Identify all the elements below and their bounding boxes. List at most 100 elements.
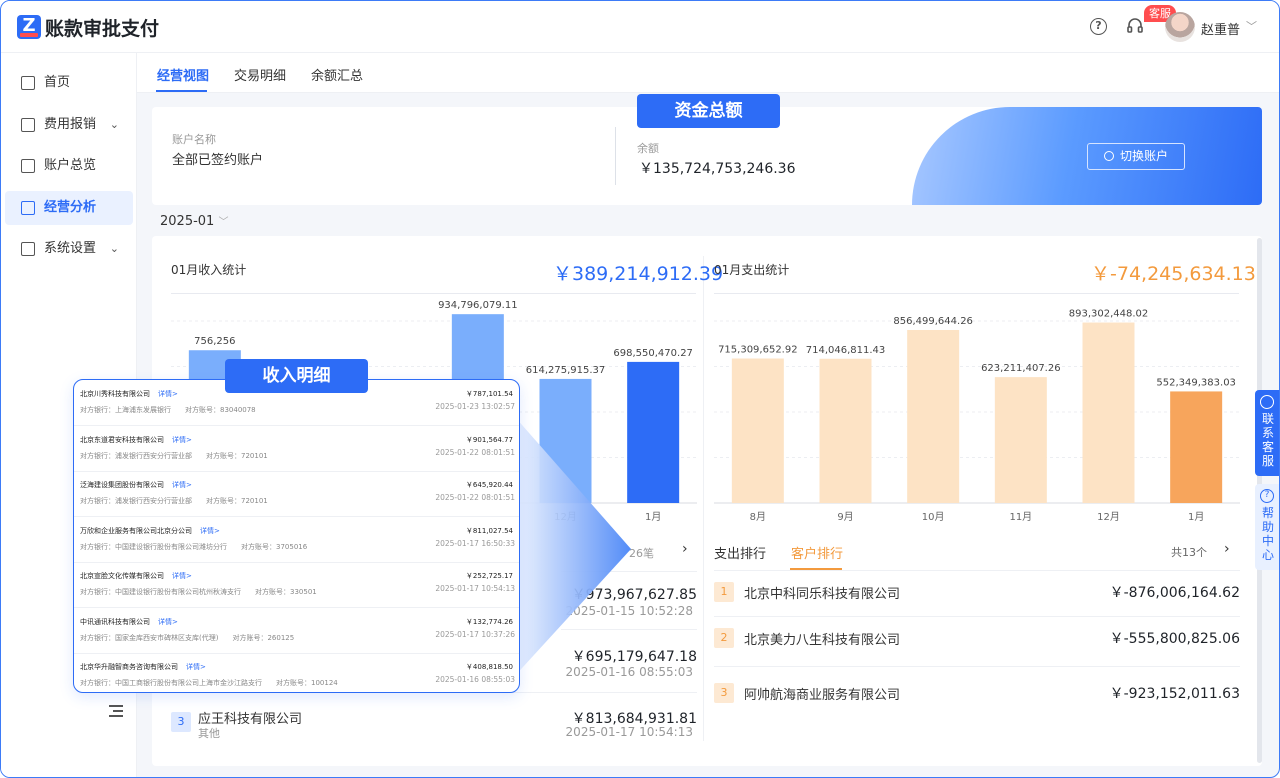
help-center-tab[interactable]: ? 帮助中心 xyxy=(1255,484,1279,570)
sidebar-item-2[interactable]: 账户总览 xyxy=(5,149,133,183)
bar-value-label: 856,499,644.26 xyxy=(893,316,973,327)
sidebar-item-1[interactable]: 费用报销 ⌄ xyxy=(5,108,133,142)
sidebar-item-4[interactable]: 系统设置 ⌄ xyxy=(5,232,133,266)
sidebar-item-label: 系统设置 xyxy=(44,241,97,256)
popup-row-sub: 对方银行：中国建设银行股份有限公司杭州秋涛支行 对方账号：330501 xyxy=(80,587,331,597)
rank-number: 3 xyxy=(714,683,734,703)
popup-bank: 对方银行：国家金库西安市碑林区支库(代理) xyxy=(80,633,219,642)
popup-row[interactable]: 泛海建设集团股份有限公司 详情> 对方银行：浦发银行西安分行营业部 对方账号：7201… xyxy=(74,471,519,517)
popup-time: 2025-01-16 08:55:03 xyxy=(435,675,515,684)
popup-acct: 对方账号：3705016 xyxy=(241,542,308,551)
bar-1月[interactable] xyxy=(1170,391,1223,503)
month-picker[interactable]: 2025-01 ﹀ xyxy=(160,213,228,229)
help-icon[interactable]: ? xyxy=(1090,18,1107,35)
sidebar-item-0[interactable]: 首页 xyxy=(5,66,133,100)
sidebar-item-3[interactable]: 经营分析 xyxy=(5,191,133,225)
popup-row[interactable]: 北京东道君安科技有限公司 详情> 对方银行：浦发银行西安分行营业部 对方账号：7201… xyxy=(74,426,519,472)
rank-number: 1 xyxy=(714,582,734,602)
top-header: Z 账款审批支付 ? 客服 赵重普 ﹀ xyxy=(1,1,1279,53)
popup-row-name: 北京华升融智商务咨询有限公司 详情> xyxy=(80,662,206,672)
chevron-down-icon[interactable]: ﹀ xyxy=(1246,18,1257,34)
app-window: Z 账款审批支付 ? 客服 赵重普 ﹀ 经营视图 交易明细 余额汇总 账户名称 … xyxy=(0,0,1280,778)
popup-company: 北京宣脸文化传媒有限公司 xyxy=(80,572,164,580)
popup-acct: 对方账号：720101 xyxy=(206,497,268,505)
avatar[interactable] xyxy=(1165,12,1195,42)
x-tick-label: 1月 xyxy=(1188,511,1204,523)
popup-row[interactable]: 北京华升融智商务咨询有限公司 详情> 对方银行：中国工商银行股份有限公司上海市金沙江… xyxy=(74,653,519,692)
bar-value-label: 614,275,915.37 xyxy=(526,365,606,376)
switch-account-button[interactable]: 切换账户 xyxy=(1087,143,1185,170)
chevron-down-icon: ﹀ xyxy=(218,217,229,228)
popup-amount: ￥408,818.50 xyxy=(465,663,513,671)
popup-amount: ￥901,564.77 xyxy=(465,435,513,444)
income-row-time: 2025-01-17 10:54:13 xyxy=(565,725,693,739)
detail-link[interactable]: 详情> xyxy=(158,390,178,398)
rank-amount: ￥-923,152,011.63 xyxy=(1109,686,1240,702)
popup-amount: ￥252,725.17 xyxy=(465,572,513,580)
tab-customer-ranking[interactable]: 客户排行 xyxy=(791,543,843,562)
list-item[interactable]: 3 阿帅航海商业服务有限公司 ￥-923,152,011.63 xyxy=(714,666,1240,720)
bar-11月[interactable] xyxy=(994,377,1047,503)
switch-account-label: 切换账户 xyxy=(1119,149,1168,163)
x-tick-label: 11月 xyxy=(1009,511,1032,523)
popup-time: 2025-01-22 08:01:51 xyxy=(435,493,515,502)
bar-value-label: 893,302,448.02 xyxy=(1069,309,1149,320)
bar-value-label: 756,256 xyxy=(194,336,235,347)
bar-12月[interactable] xyxy=(1082,322,1135,503)
contact-service-tab[interactable]: 联系客服 xyxy=(1255,390,1279,476)
detail-link[interactable]: 详情> xyxy=(158,618,178,626)
tab-balance-summary[interactable]: 余额汇总 xyxy=(311,65,363,84)
bar-value-label: 552,349,383.03 xyxy=(1156,377,1236,388)
popup-acct: 对方账号：330501 xyxy=(255,588,317,596)
popup-company: 泛海建设集团股份有限公司 xyxy=(80,481,164,489)
switch-icon xyxy=(1103,151,1114,161)
menu-collapse-icon[interactable] xyxy=(109,705,123,717)
popup-row[interactable]: 万欣和企业服务有限公司北京分公司 详情> 对方银行：中国建设银行股份有限公司潍坊分行… xyxy=(74,517,519,563)
sidebar-item-label: 费用报销 xyxy=(44,117,97,132)
rank-name: 北京中科同乐科技有限公司 xyxy=(744,587,901,602)
income-title: 01月收入统计 xyxy=(171,263,247,277)
callout-total-funds: 资金总额 xyxy=(637,94,780,128)
chevron-right-icon[interactable]: › xyxy=(1224,541,1230,557)
balance-value: ￥135,724,753,246.36 xyxy=(639,161,796,177)
popup-company: 北京华升融智商务咨询有限公司 xyxy=(80,663,178,671)
detail-link[interactable]: 详情> xyxy=(172,436,192,444)
x-tick-label: 9月 xyxy=(837,511,853,523)
detail-link[interactable]: 详情> xyxy=(172,481,192,489)
tab-business-view[interactable]: 经营视图 xyxy=(157,65,209,84)
help-center-label: 帮助中心 xyxy=(1261,506,1274,562)
analysis-icon xyxy=(21,201,35,215)
popup-time: 2025-01-22 08:01:51 xyxy=(435,447,515,457)
headset-icon xyxy=(1260,395,1274,409)
popup-row-name: 北京宣脸文化传媒有限公司 详情> xyxy=(80,571,192,581)
detail-link[interactable]: 详情> xyxy=(200,527,220,535)
bar-value-label: 715,309,652.92 xyxy=(718,345,798,356)
popup-company: 中讯通讯科技有限公司 xyxy=(80,617,150,626)
bar-8月[interactable] xyxy=(731,358,784,503)
popup-bank: 对方银行：中国建设银行股份有限公司杭州秋涛支行 xyxy=(80,588,241,596)
bar-value-label: 698,550,470.27 xyxy=(613,348,693,359)
view-tabs: 经营视图 交易明细 余额汇总 xyxy=(137,53,1279,93)
bar-9月[interactable] xyxy=(819,358,872,503)
tab-transactions[interactable]: 交易明细 xyxy=(234,65,286,84)
popup-time: 2025-01-17 10:54:13 xyxy=(435,584,515,593)
popup-row[interactable]: 中讯通讯科技有限公司 详情> 对方银行：国家金库西安市碑林区支库(代理) 对方账号：2… xyxy=(74,608,519,654)
user-name[interactable]: 赵重普 xyxy=(1201,19,1240,38)
list-item[interactable]: 1 北京中科同乐科技有限公司 ￥-876,006,164.62 xyxy=(714,570,1240,618)
headset-icon[interactable] xyxy=(1126,17,1144,35)
popup-amount: ￥787,101.54 xyxy=(465,390,513,398)
income-amount: ￥389,214,912.39 xyxy=(553,263,724,285)
popup-row[interactable]: 北京宣脸文化传媒有限公司 详情> 对方银行：中国建设银行股份有限公司杭州秋涛支行 对方… xyxy=(74,562,519,608)
account-name-label: 账户名称 xyxy=(172,133,216,146)
detail-link[interactable]: 详情> xyxy=(186,663,206,671)
column-divider xyxy=(703,256,704,741)
month-value: 2025-01 xyxy=(160,214,215,229)
popup-bank: 对方银行：上海浦东发展银行 xyxy=(80,406,171,414)
list-item[interactable]: 2 北京美力八生科技有限公司 ￥-555,800,825.06 xyxy=(714,616,1240,664)
tab-expense-ranking[interactable]: 支出排行 xyxy=(714,543,766,562)
detail-link[interactable]: 详情> xyxy=(172,572,192,580)
rank-count: 共13个 xyxy=(1171,546,1207,559)
bar-10月[interactable] xyxy=(907,329,960,503)
expense-icon xyxy=(21,118,35,132)
balance-label: 余额 xyxy=(637,142,659,155)
